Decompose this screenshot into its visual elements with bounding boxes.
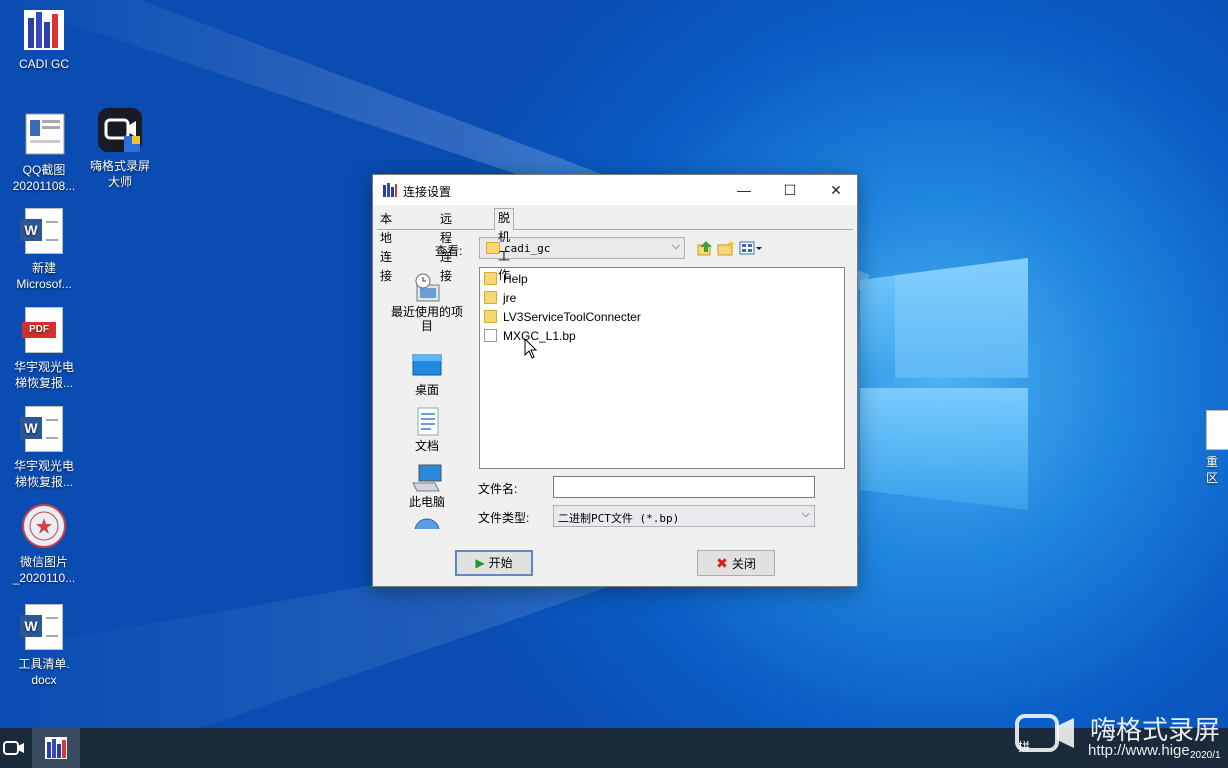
desktop-icon-label: 微信图片 _2020110...: [12, 555, 76, 585]
place-recent-items[interactable]: 最近使用的项 目: [383, 273, 471, 333]
look-in-label: 查看:: [435, 244, 463, 258]
desktop-icon-label: 华宇观光电 梯恢复报...: [13, 459, 74, 489]
place-label: 最近使用的项 目: [390, 305, 463, 333]
desktop-icon-label: 华宇观光电 梯恢复报...: [13, 360, 74, 390]
folder-icon: [484, 310, 497, 323]
this-pc-icon: [412, 464, 442, 492]
maximize-button[interactable]: ☐: [767, 175, 813, 205]
filename-input[interactable]: [553, 476, 815, 498]
desktop-icon-label: 新建 Microsof...: [16, 261, 72, 291]
desktop-icon-label: 嗨格式录屏 大师: [89, 159, 150, 189]
dialog-title: 连接设置: [403, 185, 452, 199]
close-dialog-button[interactable]: ✖ 关闭: [697, 550, 775, 576]
desktop-icon-screen-recorder[interactable]: 嗨格式录屏 大师: [84, 106, 156, 190]
places-bar: 最近使用的项 目 桌面 文档 此电脑: [383, 267, 471, 529]
filetype-label: 文件类型:: [478, 511, 530, 525]
close-button[interactable]: ✕: [813, 175, 859, 205]
tab-remote-connection[interactable]: 远程连接: [437, 210, 455, 283]
filetype-dropdown[interactable]: 二进制PCT文件 (*.bp) ⌵: [553, 505, 815, 527]
desktop-icon-label: 工具清单. docx: [18, 657, 70, 687]
close-button-label: 关闭: [731, 557, 756, 571]
watermark-url: http://www.hige: [1088, 742, 1190, 759]
chevron-down-icon: ⌵: [671, 240, 680, 252]
screen-recorder-icon: [3, 741, 24, 755]
minimize-icon: —: [737, 182, 751, 198]
file-name: LV3ServiceToolConnecter: [503, 310, 641, 324]
file-name: MXGC_L1.bp: [503, 329, 576, 343]
desktop-icon: [412, 354, 442, 376]
image-file-icon: [25, 113, 65, 155]
word-doc-icon: W: [20, 208, 63, 254]
place-label: 此电脑: [408, 495, 445, 509]
file-list-item[interactable]: LV3ServiceToolConnecter: [484, 308, 641, 326]
maximize-icon: ☐: [783, 182, 797, 198]
cadi-app-icon: [45, 737, 67, 759]
place-documents[interactable]: 文档: [383, 407, 471, 453]
recorder-logo-icon: [1015, 714, 1074, 752]
desktop-icon-wechat-image[interactable]: 微信图片 _2020110...: [8, 502, 80, 586]
pdf-file-icon: PDF: [22, 307, 63, 353]
folder-icon: [484, 272, 497, 285]
screen-recorder-icon: [98, 108, 142, 152]
file-list-item[interactable]: jre: [484, 289, 516, 307]
file-list[interactable]: Help jre LV3ServiceToolConnecter MXGC_L1…: [479, 267, 845, 469]
chevron-down-icon: ⌵: [801, 508, 810, 520]
word-doc-icon: W: [20, 406, 63, 452]
network-icon: [414, 518, 440, 529]
documents-icon: [417, 407, 439, 436]
word-doc-icon: W: [20, 604, 63, 650]
desktop-icon-partial-right[interactable]: 重 区: [1206, 410, 1228, 486]
view-menu-icon: [739, 241, 762, 255]
place-label: 桌面: [414, 383, 439, 397]
desktop-icon-label: 重 区: [1206, 455, 1219, 485]
desktop-icon-label: QQ截图 20201108...: [12, 163, 76, 193]
stamp-image-icon: [22, 504, 66, 548]
desktop-icon-huayu-pdf[interactable]: PDF 华宇观光电 梯恢复报...: [8, 307, 80, 391]
desktop-icon-tool-list[interactable]: W 工具清单. docx: [8, 604, 80, 688]
cadi-app-icon: [24, 10, 64, 50]
play-icon: ▶: [475, 556, 485, 570]
cadi-app-icon: [383, 183, 397, 197]
place-network[interactable]: [383, 515, 471, 529]
tab-offline-work[interactable]: 脱机工作: [494, 208, 515, 282]
desktop-icon-cadi-gc[interactable]: CADI GC: [8, 4, 80, 72]
dialog-titlebar[interactable]: 连接设置 — ☐ ✕: [373, 175, 857, 205]
folder-icon: [484, 291, 497, 304]
filetype-value: 二进制PCT文件 (*.bp): [558, 512, 680, 525]
minimize-button[interactable]: —: [721, 175, 767, 205]
desktop-icon-new-word-doc[interactable]: W 新建 Microsof...: [8, 208, 80, 292]
view-menu-button[interactable]: [739, 239, 763, 257]
new-folder-button[interactable]: [717, 239, 735, 257]
close-icon: ✕: [830, 182, 842, 198]
recorder-watermark: 嗨格式录屏 http://www.hige: [1012, 706, 1228, 768]
new-folder-icon: [717, 240, 735, 256]
filename-label: 文件名:: [478, 482, 518, 496]
start-button-label: 开始: [488, 556, 513, 570]
mouse-cursor-icon: [524, 338, 538, 359]
file-name: jre: [503, 291, 517, 305]
place-desktop[interactable]: 桌面: [383, 351, 471, 397]
taskbar-item-cadi[interactable]: [32, 728, 80, 768]
desktop-icon-qq-screenshot[interactable]: QQ截图 20201108...: [8, 110, 80, 194]
file-icon: [484, 329, 497, 342]
red-x-icon: ✖: [716, 555, 728, 571]
word-doc-icon: [1206, 410, 1228, 450]
place-label: 文档: [414, 439, 439, 453]
look-in-value: cadi_gc: [504, 242, 551, 255]
recent-items-icon: [415, 273, 440, 302]
desktop-icon-huayu-word[interactable]: W 华宇观光电 梯恢复报...: [8, 406, 80, 490]
up-folder-icon: [697, 241, 712, 256]
tab-local-connection[interactable]: 本地连接: [377, 210, 395, 283]
up-folder-button[interactable]: [696, 239, 714, 257]
connection-settings-dialog: 连接设置 — ☐ ✕ 本地连接 远程连接 脱机工作 查看: cadi_gc ⌵: [372, 174, 858, 587]
desktop-icon-label: CADI GC: [18, 57, 69, 71]
start-button[interactable]: ▶ 开始: [455, 550, 533, 576]
place-this-pc[interactable]: 此电脑: [383, 463, 471, 509]
